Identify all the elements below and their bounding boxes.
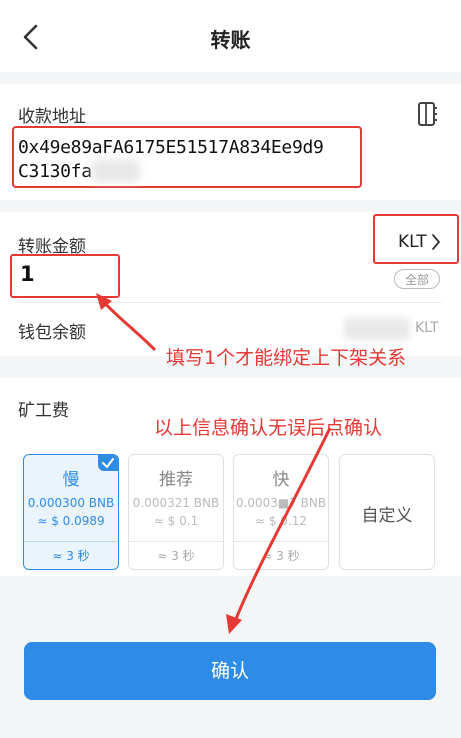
address-line-2: C3130fa bbox=[18, 161, 92, 182]
fee-option-name: 快 bbox=[272, 470, 290, 490]
fee-option-time: ≈ 3 秒 bbox=[234, 541, 328, 569]
fee-option-amount: 0.0003■7 BNB bbox=[235, 496, 327, 510]
annotation-note-2: 以上信息确认无误后点确认 bbox=[154, 417, 383, 439]
fee-option-amount: 0.000300 BNB bbox=[27, 496, 115, 510]
fee-label: 矿工费 bbox=[18, 401, 69, 421]
amount-value: 1 bbox=[20, 262, 35, 286]
address-book-icon bbox=[418, 102, 437, 126]
chevron-right-icon bbox=[432, 234, 440, 250]
fee-option-amount: 0.000321 BNB bbox=[132, 496, 220, 510]
token-name: KLT bbox=[398, 232, 427, 252]
token-chevron bbox=[430, 232, 442, 252]
fee-option-usd: ≈ $ 0.12 bbox=[254, 514, 308, 528]
balance-redaction bbox=[344, 318, 410, 340]
fee-option-time: ≈ 3 秒 bbox=[24, 541, 118, 569]
fee-option-custom[interactable]: 自定义 bbox=[339, 454, 435, 570]
fee-option-usd: ≈ $ 0.0989 bbox=[37, 514, 105, 528]
address-text: 0x49e89aFA6175E51517A834Ee9d9 C3130fa bbox=[18, 136, 324, 184]
fee-option-name: 自定义 bbox=[361, 506, 413, 526]
check-icon bbox=[102, 458, 114, 468]
fee-option-usd: ≈ $ 0.1 bbox=[153, 514, 199, 528]
confirm-button[interactable]: 确认 bbox=[24, 642, 436, 700]
balance-label: 钱包余额 bbox=[18, 323, 86, 343]
recipient-label: 收款地址 bbox=[18, 107, 86, 127]
fee-option-fast[interactable]: 快 0.0003■7 BNB ≈ $ 0.12 ≈ 3 秒 bbox=[233, 454, 329, 570]
annotation-note-1: 填写1个才能绑定上下架关系 bbox=[166, 347, 407, 369]
page-title: 转账 bbox=[210, 28, 251, 52]
all-button[interactable]: 全部 bbox=[394, 269, 440, 289]
selected-badge bbox=[98, 455, 118, 471]
fee-option-name: 推荐 bbox=[159, 470, 193, 490]
fee-option-time: ≈ 3 秒 bbox=[129, 541, 223, 569]
balance-unit: KLT bbox=[415, 320, 439, 336]
amount-divider bbox=[18, 302, 442, 303]
fee-option-recommended[interactable]: 推荐 0.000321 BNB ≈ $ 0.1 ≈ 3 秒 bbox=[128, 454, 224, 570]
address-book-button[interactable] bbox=[414, 100, 440, 128]
fee-option-slow[interactable]: 慢 0.000300 BNB ≈ $ 0.0989 ≈ 3 秒 bbox=[23, 454, 119, 570]
address-line-1: 0x49e89aFA6175E51517A834Ee9d9 bbox=[18, 137, 324, 158]
address-redaction bbox=[92, 160, 140, 182]
